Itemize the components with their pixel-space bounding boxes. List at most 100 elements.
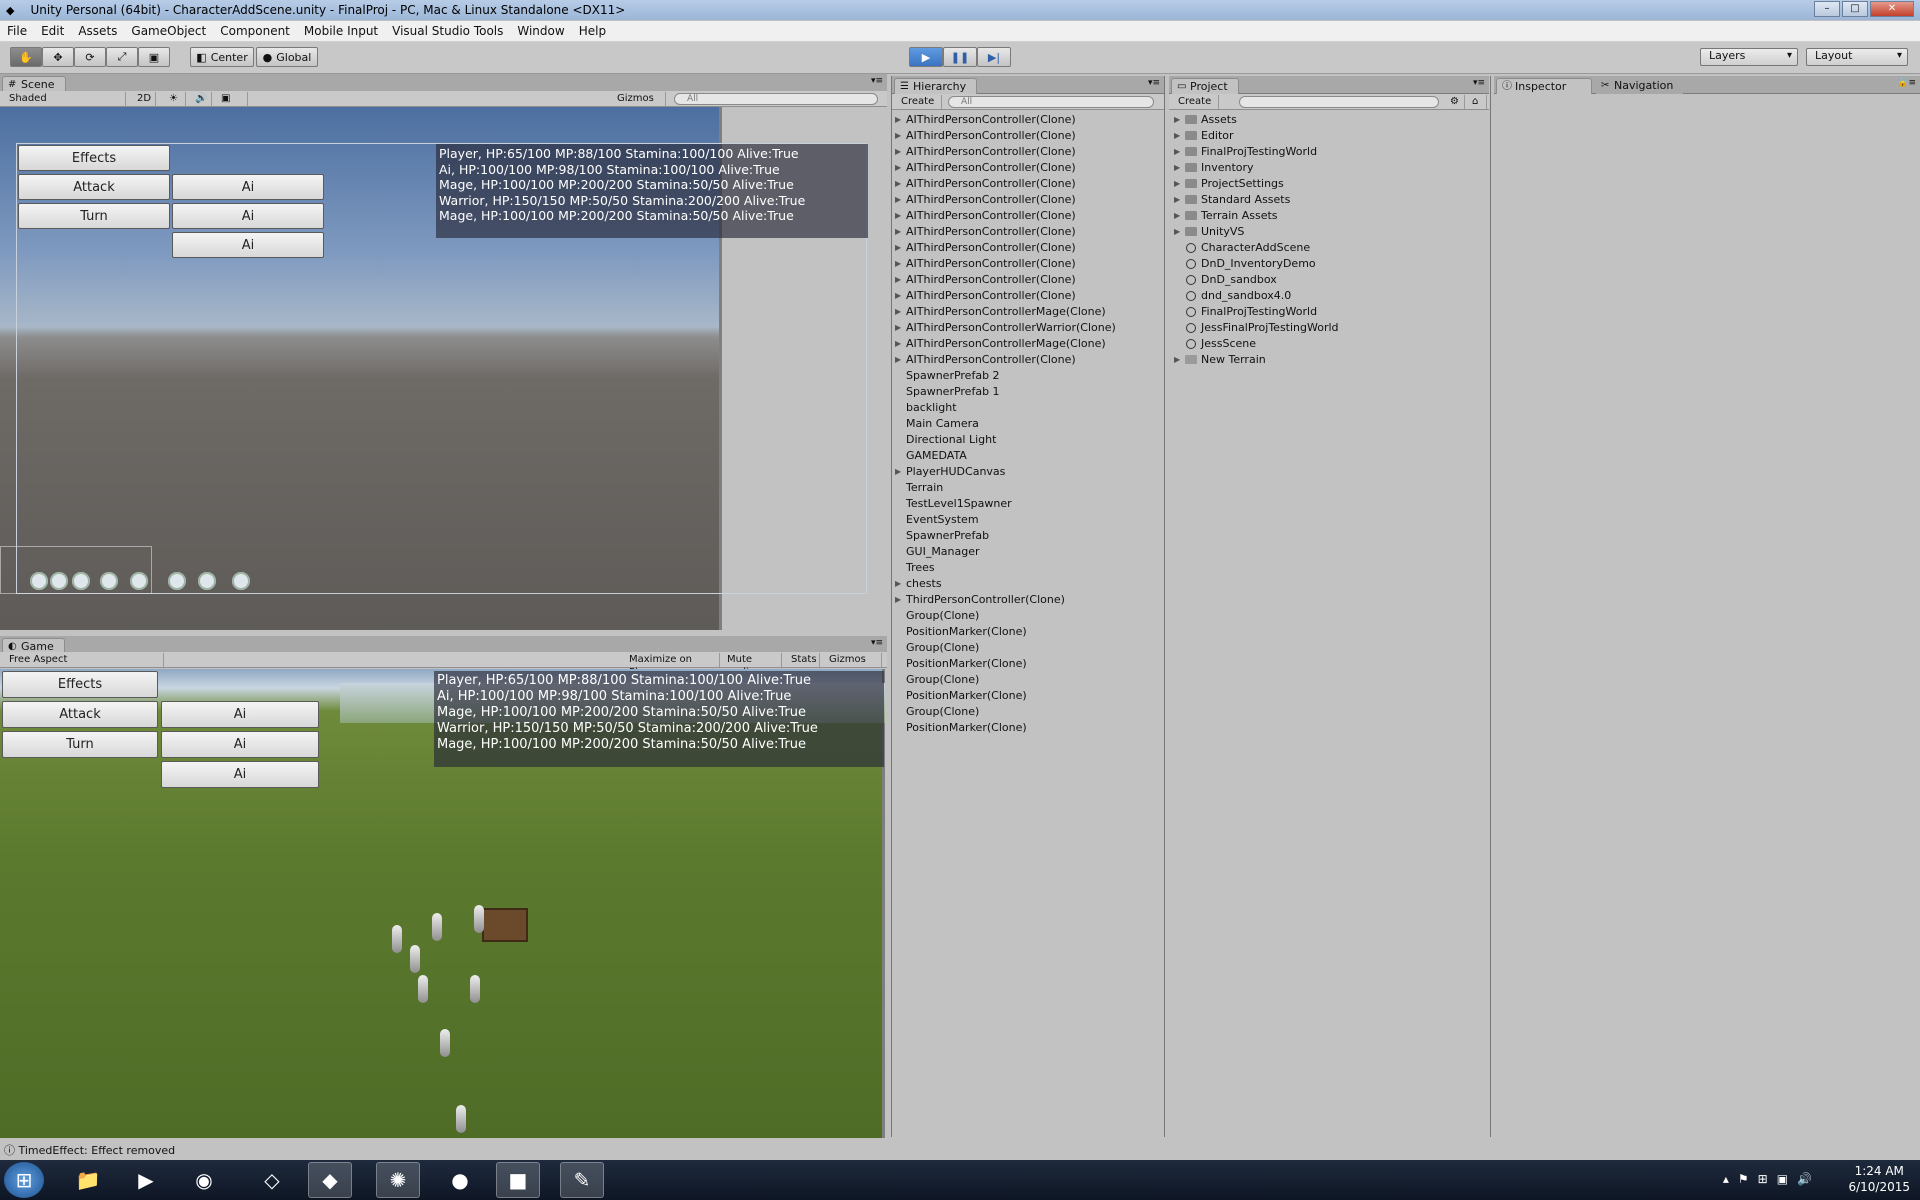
project-item[interactable]: ▶ Standard Assets [1169,192,1489,208]
file-explorer-icon[interactable]: 📁 [66,1162,110,1198]
hierarchy-item[interactable]: GAMEDATA [892,448,1162,464]
hierarchy-create-dropdown[interactable]: Create [896,95,942,109]
expand-arrow-icon[interactable]: ▶ [895,304,901,320]
hierarchy-item[interactable]: ▶ ThirdPersonController(Clone) [892,592,1162,608]
expand-arrow-icon[interactable]: ▶ [895,592,901,608]
expand-arrow-icon[interactable]: ▶ [895,144,901,160]
sun-icon[interactable]: ☀ [164,92,186,106]
close-button[interactable]: ✕ [1870,1,1914,17]
maximize-button[interactable]: □ [1842,1,1868,17]
media-player-icon[interactable]: ▶ [124,1162,168,1198]
scale-tool-icon[interactable]: ⤢ [106,47,138,67]
project-item[interactable]: ▶ Assets [1169,112,1489,128]
hierarchy-item[interactable]: PositionMarker(Clone) [892,720,1162,736]
panel-menu-icon[interactable]: ▾≡ [871,638,883,648]
hierarchy-item[interactable]: SpawnerPrefab 1 [892,384,1162,400]
tray-arrow-icon[interactable]: ▴ [1723,1172,1729,1186]
layout-dropdown[interactable]: Layout [1806,48,1908,66]
volume-icon[interactable]: 🔊 [1797,1172,1812,1186]
tab-inspector[interactable]: ⓘ Inspector [1496,78,1592,94]
unity-taskbar-icon[interactable]: ◆ [308,1162,352,1198]
menu-help[interactable]: Help [572,24,613,38]
pivot-global-button[interactable]: ● Global [256,47,318,67]
panel-menu-icon[interactable]: ▾≡ [1473,78,1485,88]
project-item[interactable]: ▶ UnityVS [1169,224,1489,240]
project-item[interactable]: ▶ Inventory [1169,160,1489,176]
menu-component[interactable]: Component [213,24,297,38]
rotate-tool-icon[interactable]: ⟳ [74,47,106,67]
ai-button-2[interactable]: Ai [161,731,319,758]
hierarchy-item[interactable]: ▶ AIThirdPersonController(Clone) [892,256,1162,272]
project-item[interactable]: JessScene [1169,336,1489,352]
scene-attack-button[interactable]: Attack [18,174,170,200]
hierarchy-item[interactable]: ▶ AIThirdPersonController(Clone) [892,352,1162,368]
project-item[interactable]: ▶ ProjectSettings [1169,176,1489,192]
expand-arrow-icon[interactable]: ▶ [895,176,901,192]
hierarchy-item[interactable]: ▶ chests [892,576,1162,592]
project-item[interactable]: ▶ FinalProjTestingWorld [1169,144,1489,160]
hierarchy-item[interactable]: ▶ AIThirdPersonController(Clone) [892,192,1162,208]
menu-gameobject[interactable]: GameObject [124,24,213,38]
expand-arrow-icon[interactable]: ▶ [1174,144,1180,160]
scene-view[interactable]: Effects Attack Turn Ai Ai Ai Player, HP:… [0,107,868,630]
hierarchy-item[interactable]: ▶ AIThirdPersonControllerMage(Clone) [892,336,1162,352]
hierarchy-item[interactable]: ▶ PlayerHUDCanvas [892,464,1162,480]
flag-icon[interactable]: ⚑ [1738,1172,1749,1186]
project-item[interactable]: FinalProjTestingWorld [1169,304,1489,320]
hierarchy-item[interactable]: ▶ AIThirdPersonControllerWarrior(Clone) [892,320,1162,336]
expand-arrow-icon[interactable]: ▶ [895,208,901,224]
filter-label-icon[interactable]: ⌂ [1467,95,1487,109]
hierarchy-item[interactable]: EventSystem [892,512,1162,528]
app-window-icon[interactable]: ■ [496,1162,540,1198]
shading-dropdown[interactable]: Shaded [4,92,126,106]
scene-turn-button[interactable]: Turn [18,203,170,229]
hierarchy-item[interactable]: ▶ AIThirdPersonController(Clone) [892,144,1162,160]
expand-arrow-icon[interactable]: ▶ [895,192,901,208]
expand-arrow-icon[interactable]: ▶ [895,160,901,176]
hierarchy-item[interactable]: backlight [892,400,1162,416]
project-item[interactable]: ▶ Terrain Assets [1169,208,1489,224]
expand-arrow-icon[interactable]: ▶ [1174,112,1180,128]
hierarchy-search-input[interactable]: All [948,96,1154,108]
stats-toggle[interactable]: Stats [786,653,820,667]
ai-button-3[interactable]: Ai [161,761,319,788]
image-effects-icon[interactable]: ▣ [216,92,248,106]
tab-hierarchy[interactable]: ☰ Hierarchy [894,78,978,94]
hierarchy-item[interactable]: TestLevel1Spawner [892,496,1162,512]
hierarchy-item[interactable]: GUI_Manager [892,544,1162,560]
hierarchy-item[interactable]: SpawnerPrefab 2 [892,368,1162,384]
expand-arrow-icon[interactable]: ▶ [895,240,901,256]
play-button[interactable]: ▶ [909,47,943,67]
hierarchy-item[interactable]: Main Camera [892,416,1162,432]
attack-button[interactable]: Attack [2,701,158,728]
scene-search-input[interactable]: All [674,93,878,105]
expand-arrow-icon[interactable]: ▶ [895,272,901,288]
menu-edit[interactable]: Edit [34,24,71,38]
status-bar[interactable]: ⓘ TimedEffect: Effect removed [0,1143,1920,1158]
expand-arrow-icon[interactable]: ▶ [895,576,901,592]
2d-toggle[interactable]: 2D [132,92,156,106]
hierarchy-item[interactable]: Group(Clone) [892,608,1162,624]
filter-type-icon[interactable]: ⚙ [1445,95,1465,109]
hierarchy-item[interactable]: Directional Light [892,432,1162,448]
aspect-dropdown[interactable]: Free Aspect [4,653,164,667]
lock-icon[interactable]: 🔒≡ [1897,78,1916,88]
hierarchy-item[interactable]: Group(Clone) [892,704,1162,720]
hierarchy-item[interactable]: Trees [892,560,1162,576]
menu-window[interactable]: Window [510,24,571,38]
menu-visual-studio-tools[interactable]: Visual Studio Tools [385,24,510,38]
hand-tool-icon[interactable]: ✋ [10,47,42,67]
expand-arrow-icon[interactable]: ▶ [895,224,901,240]
hierarchy-item[interactable]: PositionMarker(Clone) [892,624,1162,640]
github-icon[interactable]: ● [438,1162,482,1198]
expand-arrow-icon[interactable]: ▶ [1174,160,1180,176]
expand-arrow-icon[interactable]: ▶ [1174,192,1180,208]
paint-icon[interactable]: ✎ [560,1162,604,1198]
project-item[interactable]: ▶ New Terrain [1169,352,1489,368]
panel-menu-icon[interactable]: ▾≡ [1148,78,1160,88]
scene-ai-button-1[interactable]: Ai [172,174,324,200]
hierarchy-item[interactable]: ▶ AIThirdPersonController(Clone) [892,160,1162,176]
project-search-input[interactable] [1239,96,1439,108]
menu-file[interactable]: File [0,24,34,38]
expand-arrow-icon[interactable]: ▶ [895,112,901,128]
